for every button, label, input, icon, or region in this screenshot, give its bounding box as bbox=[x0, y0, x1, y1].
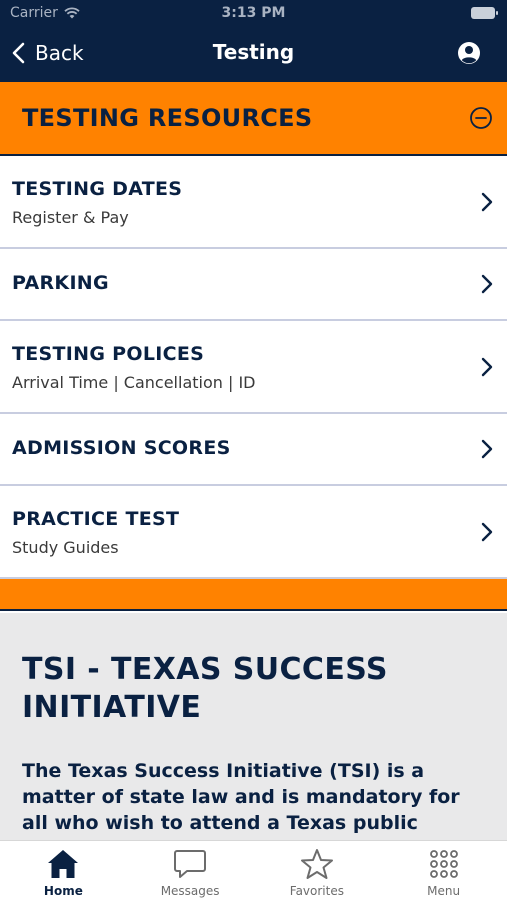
chat-bubble-icon bbox=[174, 850, 207, 878]
grid-dots-icon bbox=[429, 850, 458, 878]
chevron-right-icon bbox=[481, 357, 493, 377]
tab-messages[interactable]: Messages bbox=[127, 841, 254, 900]
tab-favorites[interactable]: Favorites bbox=[254, 841, 381, 900]
profile-icon[interactable] bbox=[457, 41, 481, 65]
status-bar: Carrier 3:13 PM bbox=[0, 0, 507, 28]
info-panel: TSI - TEXAS SUCCESS INITIATIVE The Texas… bbox=[0, 613, 507, 840]
collapse-minus-icon[interactable] bbox=[469, 106, 493, 130]
app-header: Carrier 3:13 PM Back Testing bbox=[0, 0, 507, 82]
list-item-subtitle: Register & Pay bbox=[12, 208, 129, 227]
list-item-parking[interactable]: PARKING bbox=[0, 249, 507, 321]
tab-label: Messages bbox=[160, 884, 220, 898]
tab-home[interactable]: Home bbox=[0, 841, 127, 900]
tab-label: Home bbox=[43, 884, 83, 898]
list-item-title: ADMISSION SCORES bbox=[12, 437, 231, 459]
list-item-testing-dates[interactable]: TESTING DATES Register & Pay bbox=[0, 156, 507, 249]
tab-menu[interactable]: Menu bbox=[380, 841, 507, 900]
info-heading: TSI - TEXAS SUCCESS INITIATIVE bbox=[22, 652, 388, 725]
list-item-title: PRACTICE TEST bbox=[12, 508, 180, 530]
list-item-title: TESTING POLICES bbox=[12, 343, 205, 365]
list-item-subtitle: Arrival Time | Cancellation | ID bbox=[12, 373, 256, 392]
section-title: TESTING RESOURCES bbox=[22, 104, 313, 132]
chevron-right-icon bbox=[481, 522, 493, 542]
battery-icon bbox=[471, 7, 498, 19]
section-banner[interactable]: TESTING RESOURCES bbox=[0, 82, 507, 156]
list-item-title: PARKING bbox=[12, 272, 109, 294]
star-icon bbox=[300, 849, 333, 879]
chevron-right-icon bbox=[481, 192, 493, 212]
list-item-admission-scores[interactable]: ADMISSION SCORES bbox=[0, 414, 507, 486]
chevron-right-icon bbox=[481, 439, 493, 459]
tab-label: Favorites bbox=[289, 884, 344, 898]
list-item-title: TESTING DATES bbox=[12, 178, 183, 200]
info-body-text: The Texas Success Initiative (TSI) is a … bbox=[22, 760, 460, 840]
home-icon bbox=[48, 850, 79, 878]
section-divider bbox=[0, 579, 507, 611]
list-item-practice-test[interactable]: PRACTICE TEST Study Guides bbox=[0, 486, 507, 579]
page-title: Testing bbox=[212, 40, 295, 64]
status-time: 3:13 PM bbox=[221, 5, 286, 21]
resources-list: TESTING DATES Register & Pay PARKING TES… bbox=[0, 156, 507, 579]
chevron-right-icon bbox=[481, 274, 493, 294]
list-item-testing-polices[interactable]: TESTING POLICES Arrival Time | Cancellat… bbox=[0, 321, 507, 414]
list-item-subtitle: Study Guides bbox=[12, 538, 119, 557]
tab-label: Menu bbox=[427, 884, 461, 898]
bottom-tab-bar: Home Messages Favorites Menu bbox=[0, 840, 507, 900]
